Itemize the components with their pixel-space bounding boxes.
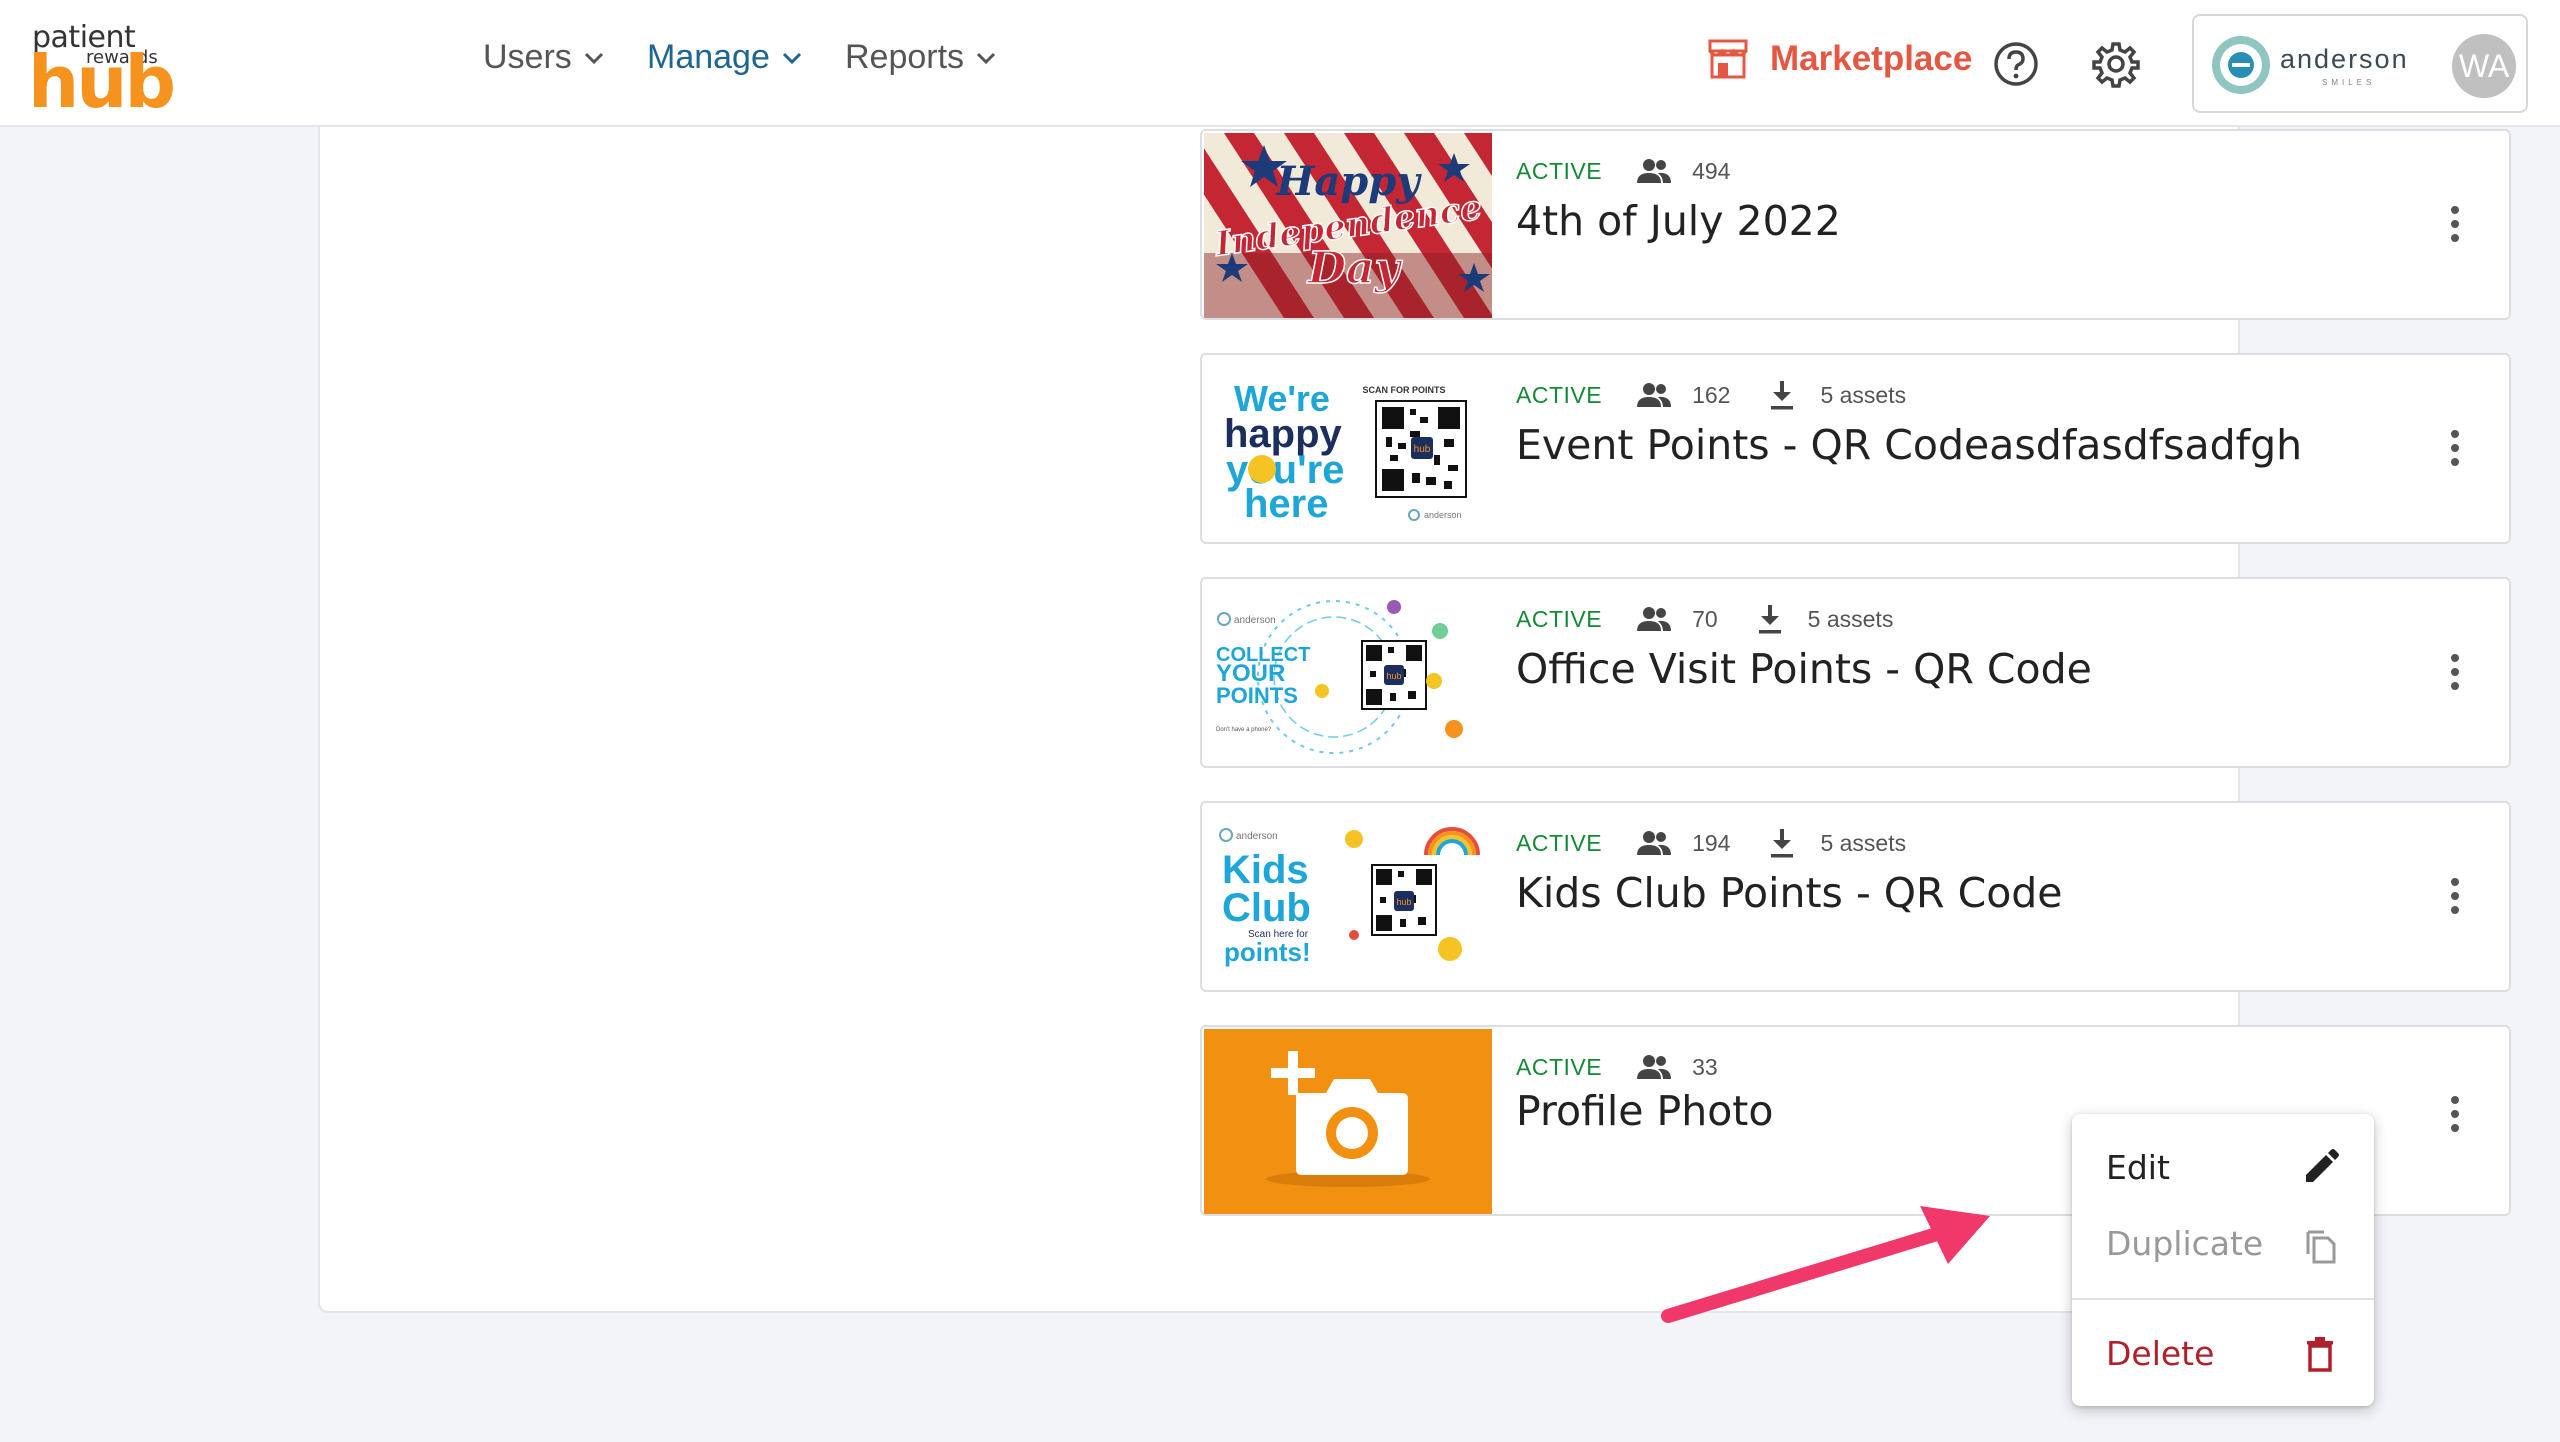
assets-count: 5 assets [1820, 381, 1907, 408]
users-count: 194 [1692, 829, 1731, 856]
menu-item-delete[interactable]: Delete [2072, 1318, 2374, 1388]
nav-reports[interactable]: Reports [845, 38, 998, 77]
marketplace-label: Marketplace [1770, 39, 1973, 78]
campaign-card[interactable]: Happy Independence Day ACTIVE 494 4th of… [1200, 129, 2511, 320]
status-badge: ACTIVE [1516, 381, 1603, 408]
patient-rewards-hub-logo[interactable]: patient rewards hub [28, 20, 176, 118]
campaign-meta: ACTIVE 494 [1516, 153, 1764, 189]
chevron-down-icon [782, 52, 801, 64]
campaign-title[interactable]: Event Points - QR Codeasdfasdfsadfgh [1516, 421, 2302, 469]
users-count: 494 [1692, 157, 1731, 184]
status-badge: ACTIVE [1516, 157, 1603, 184]
svg-text:Don't have a phone?: Don't have a phone? [1216, 727, 1272, 733]
users-count: 33 [1692, 1053, 1718, 1080]
campaign-meta: ACTIVE 33 [1516, 1049, 1752, 1085]
independence-day-image: Happy Independence Day [1204, 133, 1492, 318]
campaign-card[interactable]: We're happy you're here SCAN FOR POINTS … [1200, 353, 2511, 544]
status-badge: ACTIVE [1516, 829, 1603, 856]
download-icon [1771, 829, 1794, 858]
main-panel: Happy Independence Day ACTIVE 494 4th of… [318, 127, 2511, 1313]
users-icon [1637, 159, 1672, 183]
more-options-icon[interactable] [2432, 873, 2478, 919]
campaign-card[interactable]: anderson Kids Club Scan here for points!… [1200, 801, 2511, 992]
users-count: 162 [1692, 381, 1731, 408]
help-icon[interactable] [1992, 40, 2040, 88]
menu-duplicate-label: Duplicate [2106, 1223, 2264, 1263]
chevron-down-icon [584, 52, 603, 64]
menu-item-edit[interactable]: Edit [2072, 1132, 2374, 1202]
users-icon [1637, 607, 1672, 631]
copy-icon [2306, 1230, 2336, 1264]
campaign-title[interactable]: Kids Club Points - QR Code [1516, 869, 2063, 917]
download-icon [1771, 381, 1794, 410]
assets-count: 5 assets [1807, 605, 1894, 632]
users-icon [1637, 831, 1672, 855]
chevron-down-icon [977, 52, 996, 64]
happy-youre-here-image: We're happy you're here SCAN FOR POINTS … [1204, 357, 1492, 542]
context-menu: Edit Duplicate Delete [2072, 1114, 2374, 1406]
nav-manage-label: Manage [647, 38, 770, 76]
campaign-thumbnail: Happy Independence Day [1204, 133, 1492, 318]
status-badge: ACTIVE [1516, 1053, 1603, 1080]
campaign-thumbnail: anderson COLLECT YOUR POINTS Don't have … [1204, 581, 1492, 766]
nav-manage[interactable]: Manage [647, 38, 804, 77]
top-header: patient rewards hub Users Manage Reports… [0, 0, 2560, 127]
logo-line-hub: hub [28, 40, 176, 124]
assets-count: 5 assets [1820, 829, 1907, 856]
svg-text:Day: Day [1306, 243, 1404, 294]
marketplace-link[interactable]: Marketplace [1706, 37, 1972, 81]
campaign-meta: ACTIVE 162 5 assets [1516, 377, 1906, 413]
trash-icon [2307, 1337, 2333, 1372]
users-icon [1637, 1055, 1672, 1079]
nav-users-label: Users [483, 38, 572, 76]
svg-text:hub: hub [1386, 671, 1401, 681]
svg-text:POINTS: POINTS [1216, 683, 1298, 708]
campaign-thumbnail [1204, 1029, 1492, 1214]
users-icon [1637, 383, 1672, 407]
svg-text:here: here [1244, 482, 1329, 526]
more-options-icon[interactable] [2432, 201, 2478, 247]
campaign-meta: ACTIVE 70 5 assets [1516, 601, 1893, 637]
svg-text:SCAN FOR POINTS: SCAN FOR POINTS [1362, 385, 1445, 395]
svg-text:Club: Club [1222, 886, 1311, 930]
kids-club-image: anderson Kids Club Scan here for points!… [1204, 805, 1492, 990]
campaign-title[interactable]: 4th of July 2022 [1516, 197, 1841, 245]
storefront-icon [1708, 39, 1748, 79]
nav-reports-label: Reports [845, 38, 965, 76]
pencil-icon [2306, 1149, 2339, 1182]
campaign-title[interactable]: Profile Photo [1516, 1087, 1773, 1135]
users-count: 70 [1692, 605, 1718, 632]
menu-edit-label: Edit [2106, 1147, 2170, 1187]
menu-delete-label: Delete [2106, 1333, 2215, 1373]
more-options-icon[interactable] [2432, 1091, 2478, 1137]
svg-text:hub: hub [1414, 444, 1431, 455]
account-brand-sub: SMILES [2322, 78, 2376, 87]
gear-icon[interactable] [2092, 40, 2140, 88]
svg-text:anderson: anderson [1424, 510, 1462, 520]
status-badge: ACTIVE [1516, 605, 1603, 632]
svg-text:points!: points! [1224, 937, 1311, 967]
campaign-thumbnail: anderson Kids Club Scan here for points!… [1204, 805, 1492, 990]
add-photo-icon [1204, 1029, 1492, 1214]
nav-users[interactable]: Users [483, 38, 606, 77]
svg-text:anderson: anderson [1234, 615, 1276, 626]
campaign-thumbnail: We're happy you're here SCAN FOR POINTS … [1204, 357, 1492, 542]
campaign-card[interactable]: anderson COLLECT YOUR POINTS Don't have … [1200, 577, 2511, 768]
collect-your-points-image: anderson COLLECT YOUR POINTS Don't have … [1204, 581, 1492, 766]
campaign-title[interactable]: Office Visit Points - QR Code [1516, 645, 2092, 693]
avatar[interactable]: WA [2452, 34, 2516, 98]
account-switcher[interactable]: anderson SMILES WA [2192, 14, 2528, 113]
svg-text:anderson: anderson [1236, 831, 1278, 842]
menu-item-duplicate[interactable]: Duplicate [2072, 1208, 2374, 1278]
download-icon [1758, 605, 1781, 634]
more-options-icon[interactable] [2432, 425, 2478, 471]
account-brand-name: anderson [2280, 44, 2409, 74]
svg-text:hub: hub [1396, 897, 1411, 907]
anderson-smiles-logo [2212, 36, 2270, 94]
more-options-icon[interactable] [2432, 649, 2478, 695]
campaign-meta: ACTIVE 194 5 assets [1516, 825, 1906, 861]
menu-divider [2072, 1298, 2374, 1300]
